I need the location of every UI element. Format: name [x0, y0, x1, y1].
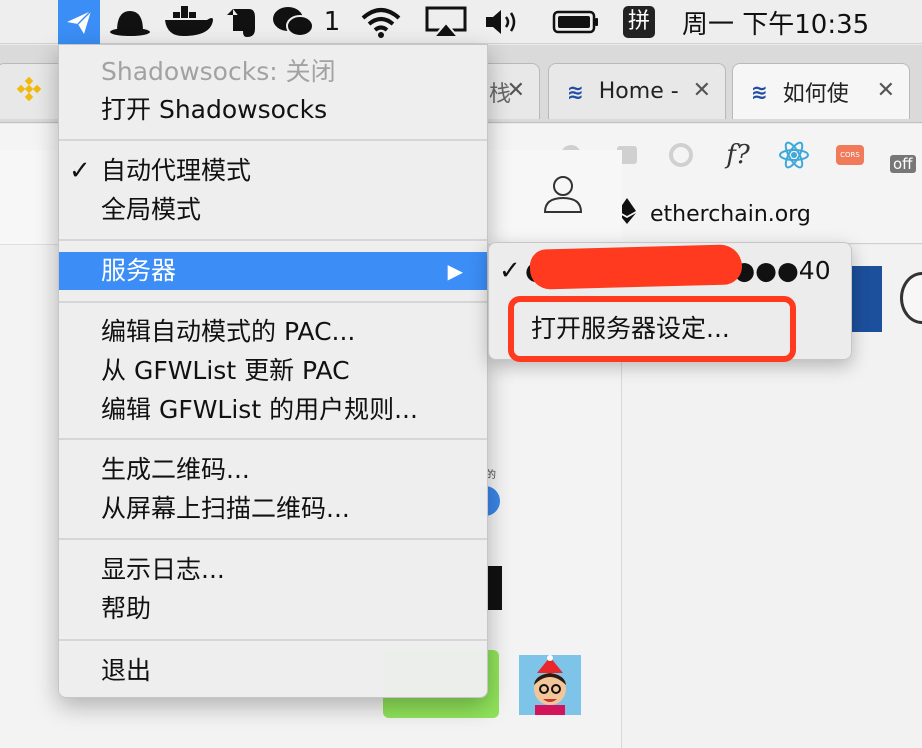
binance-logo-icon: [15, 75, 43, 109]
volume-icon[interactable]: [482, 0, 524, 44]
tab-binance[interactable]: [0, 63, 66, 119]
cors-label: CORS: [836, 145, 864, 165]
menu-item-toggle-shadowsocks[interactable]: 打开 Shadowsocks: [59, 91, 487, 129]
wechat-icon[interactable]: [270, 0, 318, 44]
menubar-clock[interactable]: 周一 下午10:35: [682, 0, 902, 44]
tab-home[interactable]: ≋ Home - ✕: [548, 63, 726, 119]
checkmark-icon: ✓: [69, 156, 91, 186]
cors-extension-icon[interactable]: CORS: [834, 140, 866, 170]
menu-item-scan-qr[interactable]: 从屏幕上扫描二维码...: [59, 490, 487, 528]
avatar[interactable]: [519, 655, 581, 715]
airplay-icon[interactable]: [422, 0, 470, 44]
menu-item-auto-proxy-mode[interactable]: ✓ 自动代理模式: [59, 152, 487, 190]
shadowsocks-menu: Shadowsocks: 关闭 打开 Shadowsocks ✓ 自动代理模式 …: [58, 44, 488, 698]
tab-title: Home -: [598, 79, 679, 104]
redaction-scribble: [529, 244, 743, 290]
bookmark-label: etherchain.org: [650, 201, 811, 227]
menu-item-label: 自动代理模式: [101, 156, 252, 185]
evernote-elephant-icon[interactable]: [222, 0, 262, 44]
input-method-label: 拼: [623, 6, 655, 38]
proxy-off-extension-icon[interactable]: off: [890, 140, 922, 173]
steemit-logo-icon: ≋: [567, 79, 584, 104]
menu-item-update-pac[interactable]: 从 GFWList 更新 PAC: [59, 352, 487, 390]
formula-extension-icon[interactable]: f?: [718, 140, 758, 170]
menu-item-help[interactable]: 帮助: [59, 590, 487, 628]
steemit-logo-icon: ≋: [751, 79, 768, 104]
react-devtools-icon[interactable]: [776, 140, 812, 170]
input-method-indicator[interactable]: 拼: [622, 0, 656, 44]
menu-separator: [59, 639, 487, 641]
user-profile-icon[interactable]: [541, 172, 585, 220]
menu-separator: [59, 438, 487, 440]
battery-icon[interactable]: [550, 0, 602, 44]
checkmark-icon: ✓: [499, 256, 521, 286]
menu-item-global-mode[interactable]: 全局模式: [59, 191, 487, 229]
menu-item-show-log[interactable]: 显示日志...: [59, 551, 487, 589]
bowler-hat-icon[interactable]: [106, 0, 154, 44]
extension-icon[interactable]: [666, 140, 696, 170]
menu-item-edit-user-rules[interactable]: 编辑 GFWList 的用户规则...: [59, 391, 487, 429]
tab-active[interactable]: ≋ 如何使 ✕: [732, 63, 910, 119]
menu-separator: [59, 139, 487, 141]
menu-bar: 1 拼 周一 下午10:35: [0, 0, 922, 44]
tab-close-icon[interactable]: ✕: [507, 78, 525, 103]
menu-separator: [59, 538, 487, 540]
tab-close-icon[interactable]: ✕: [693, 78, 711, 103]
annotation-highlight-box: [508, 296, 796, 362]
shadowsocks-paper-plane-icon[interactable]: [58, 0, 100, 44]
menu-item-label: 服务器: [101, 256, 177, 285]
menu-item-status: Shadowsocks: 关闭: [101, 57, 336, 86]
dark-content-block: [486, 566, 502, 610]
menu-item-quit[interactable]: 退出: [59, 652, 487, 690]
menu-separator: [59, 239, 487, 241]
menu-item-servers[interactable]: 服务器 ▶: [59, 252, 487, 290]
bookmark-etherchain[interactable]: etherchain.org: [618, 198, 811, 230]
submenu-arrow-icon: ▶: [447, 259, 463, 283]
docker-whale-icon[interactable]: [162, 0, 216, 44]
menu-item-edit-pac[interactable]: 编辑自动模式的 PAC...: [59, 313, 487, 351]
tab-title: 如何使: [782, 81, 849, 107]
blue-banner: [852, 266, 882, 332]
proxy-off-label: off: [890, 155, 916, 173]
tab-close-icon[interactable]: ✕: [877, 78, 895, 103]
wechat-unread-count: 1: [323, 7, 341, 37]
wifi-icon[interactable]: [356, 0, 406, 44]
menu-separator: [59, 301, 487, 303]
menu-item-generate-qr[interactable]: 生成二维码...: [59, 451, 487, 489]
